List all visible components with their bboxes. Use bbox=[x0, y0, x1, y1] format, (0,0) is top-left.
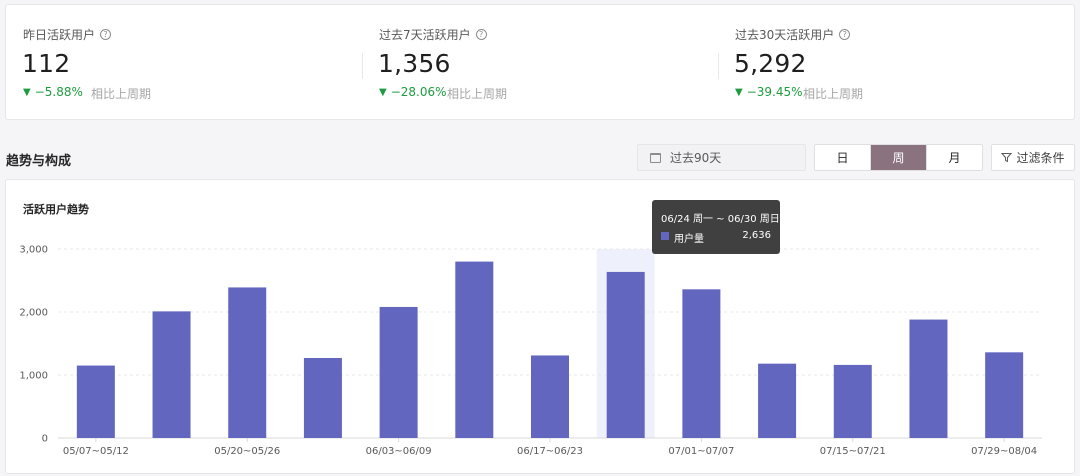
x-tick-label: 07/15~07/21 bbox=[820, 446, 886, 457]
tooltip-title: 06/24 周一 ~ 06/30 周日 bbox=[661, 214, 780, 225]
bar bbox=[152, 311, 191, 438]
kpi-card: 昨日活跃用户 ? 112 ▼ −5.88% 相比上周期 过去7天活跃用户 ? 1… bbox=[5, 4, 1075, 120]
bar bbox=[379, 306, 418, 438]
x-tick-label: 06/03~06/09 bbox=[366, 446, 432, 457]
kpi-compare: 相比上周期 bbox=[803, 87, 864, 101]
bar bbox=[909, 319, 948, 438]
kpi-label: 过去30天活跃用户 bbox=[735, 28, 835, 42]
x-tick-label: 07/01~07/07 bbox=[668, 446, 734, 457]
triangle-down-icon: ▼ bbox=[379, 86, 387, 98]
kpi-delta: −39.45% bbox=[746, 85, 803, 99]
section-title: 趋势与构成 bbox=[6, 154, 72, 169]
y-tick-label: 0 bbox=[42, 434, 48, 445]
kpi-delta: −5.88% bbox=[34, 85, 83, 99]
granularity-month[interactable]: 月 bbox=[926, 145, 982, 170]
kpi-value: 5,292 bbox=[734, 49, 807, 78]
bar bbox=[758, 363, 797, 438]
chart-card: 活跃用户趋势 0 1,000 2,000 3,000 05/07~05/12 05/20~… bbox=[5, 179, 1075, 474]
bar bbox=[455, 261, 494, 438]
granularity-toggle: 日 周 月 bbox=[814, 144, 983, 171]
kpi-compare: 相比上周期 bbox=[447, 87, 508, 101]
bar-chart: 0 1,000 2,000 3,000 05/07~05/12 05/20~05/26 06… bbox=[19, 245, 1042, 457]
kpi-compare: 相比上周期 bbox=[91, 87, 152, 101]
tooltip-value: 2,636 bbox=[742, 230, 771, 241]
bar bbox=[76, 365, 115, 438]
y-tick-label: 1,000 bbox=[19, 371, 48, 382]
triangle-down-icon: ▼ bbox=[23, 86, 31, 98]
filter-label: 过滤条件 bbox=[1016, 151, 1065, 165]
help-icon[interactable]: ? bbox=[839, 29, 851, 40]
kpi-delta: −28.06% bbox=[390, 85, 447, 99]
x-tick-label: 06/17~06/23 bbox=[517, 446, 583, 457]
granularity-week[interactable]: 周 bbox=[870, 145, 926, 170]
bar bbox=[228, 287, 267, 438]
bar bbox=[833, 364, 872, 438]
x-tick-label: 07/29~08/04 bbox=[971, 446, 1037, 457]
kpi-label: 过去7天活跃用户 bbox=[379, 28, 471, 42]
triangle-down-icon: ▼ bbox=[735, 86, 743, 98]
kpi-value: 1,356 bbox=[378, 49, 451, 78]
date-range-label: 过去90天 bbox=[670, 151, 722, 165]
bar bbox=[606, 271, 645, 438]
kpi-value: 112 bbox=[22, 49, 71, 78]
chart-tooltip: 06/24 周一 ~ 06/30 周日 用户量 2,636 bbox=[652, 200, 780, 254]
kpi-7days: 过去7天活跃用户 ? 1,356 ▼ −28.06% 相比上周期 bbox=[362, 5, 702, 121]
y-tick-label: 3,000 bbox=[19, 245, 48, 256]
kpi-30days: 过去30天活跃用户 ? 5,292 ▼ −39.45% 相比上周期 bbox=[718, 5, 1058, 121]
granularity-day[interactable]: 日 bbox=[815, 145, 870, 170]
bar bbox=[303, 357, 342, 438]
calendar-icon bbox=[650, 152, 661, 163]
x-tick-label: 05/07~05/12 bbox=[63, 446, 129, 457]
date-range-picker[interactable]: 过去90天 bbox=[637, 144, 806, 171]
filter-button[interactable]: 过滤条件 bbox=[991, 144, 1075, 171]
x-tick-label: 05/20~05/26 bbox=[214, 446, 280, 457]
help-icon[interactable]: ? bbox=[475, 29, 487, 40]
bar bbox=[682, 289, 721, 438]
funnel-icon bbox=[1001, 153, 1013, 163]
tooltip-series: 用户量 bbox=[674, 234, 704, 245]
tooltip-swatch bbox=[661, 232, 669, 240]
kpi-yesterday: 昨日活跃用户 ? 112 ▼ −5.88% 相比上周期 bbox=[6, 5, 346, 121]
bar bbox=[985, 352, 1024, 438]
kpi-label: 昨日活跃用户 bbox=[23, 28, 96, 42]
help-icon[interactable]: ? bbox=[100, 29, 112, 40]
y-tick-label: 2,000 bbox=[19, 308, 48, 319]
bar bbox=[531, 355, 569, 438]
